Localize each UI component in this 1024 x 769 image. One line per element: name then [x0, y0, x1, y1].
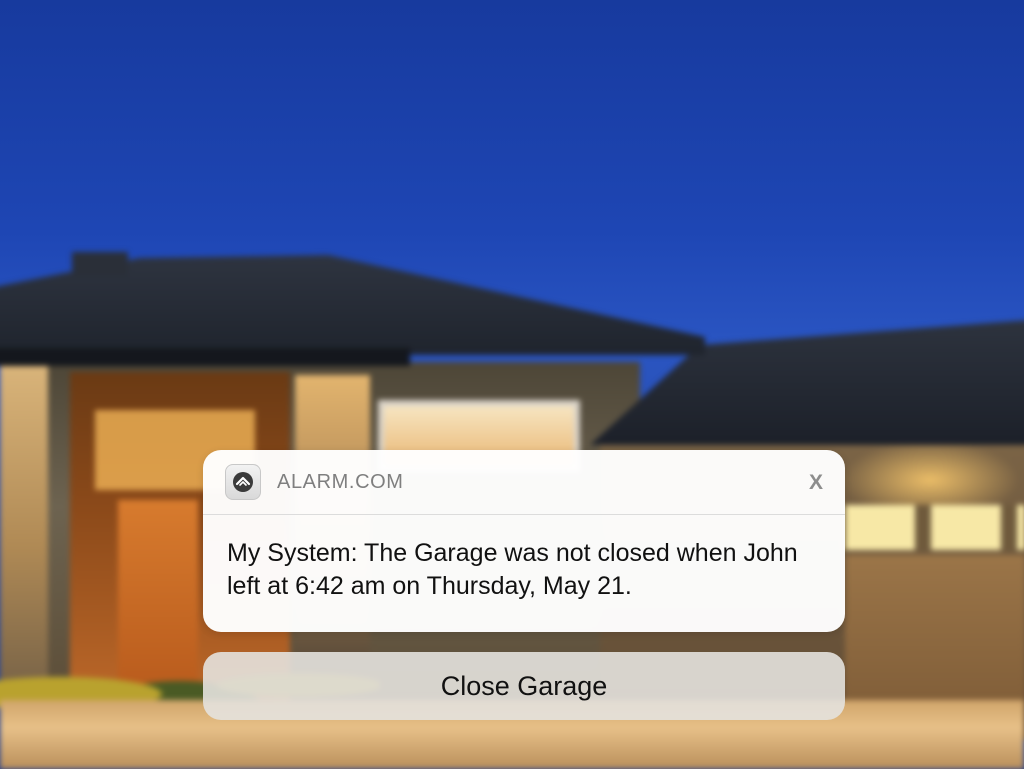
close-notification-button[interactable]: X [809, 472, 823, 493]
app-name-label: ALARM.COM [277, 470, 404, 493]
notification-message: My System: The Garage was not closed whe… [227, 539, 798, 600]
push-notification[interactable]: ALARM.COM X My System: The Garage was no… [203, 450, 845, 632]
alarm-app-icon [225, 464, 261, 500]
house-shield-icon [233, 472, 253, 492]
notification-header: ALARM.COM X [203, 450, 845, 515]
close-garage-button[interactable]: Close Garage [203, 652, 845, 720]
